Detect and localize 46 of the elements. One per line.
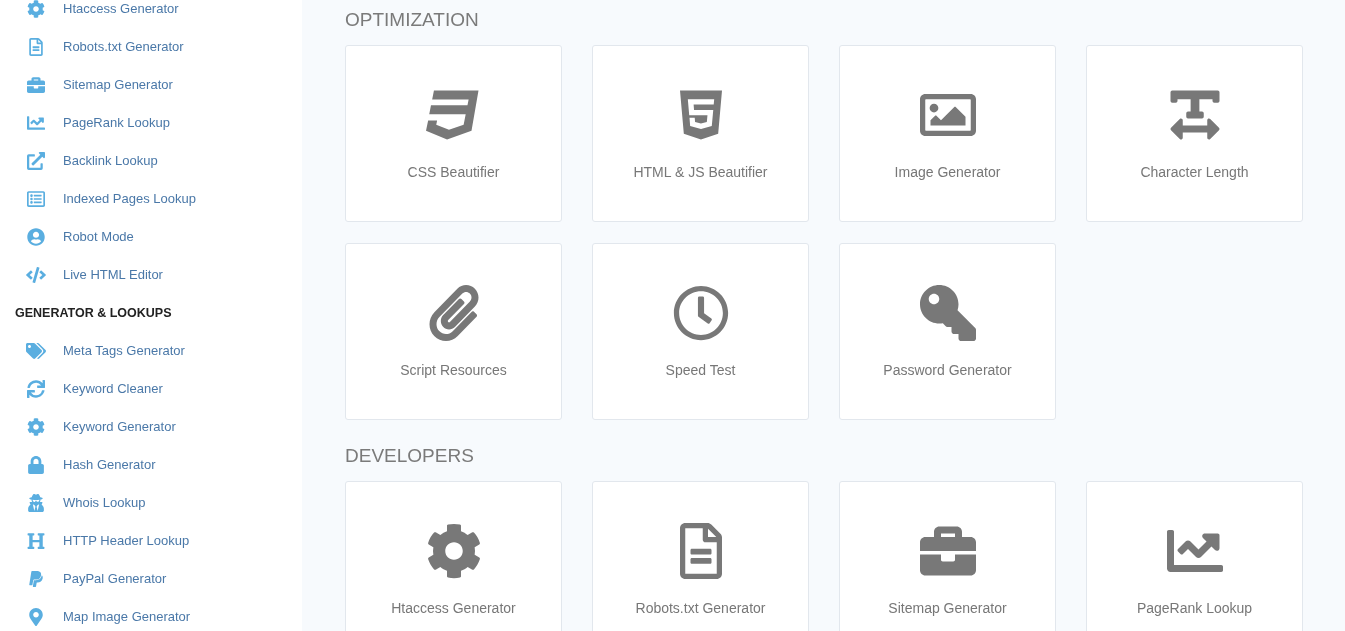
tool-card[interactable]: Speed Test bbox=[592, 243, 809, 420]
sidebar-link[interactable]: Htaccess Generator bbox=[0, 0, 302, 28]
key-icon bbox=[917, 285, 978, 341]
letter-p-icon bbox=[26, 570, 46, 588]
incognito-person-icon bbox=[26, 494, 46, 512]
sidebar-link[interactable]: Keyword Cleaner bbox=[0, 370, 302, 408]
sidebar-heading: GENERATOR & LOOKUPS bbox=[15, 304, 172, 322]
code-icon bbox=[26, 266, 46, 284]
tool-card[interactable]: CSS Beautifier bbox=[345, 45, 562, 222]
section-heading: OPTIMIZATION bbox=[345, 8, 479, 32]
sidebar-link[interactable]: Backlink Lookup bbox=[0, 142, 302, 180]
briefcase-icon bbox=[26, 76, 46, 94]
map-pin-icon bbox=[26, 608, 46, 626]
tool-card[interactable]: Password Generator bbox=[839, 243, 1056, 420]
tool-card[interactable]: Robots.txt Generator bbox=[592, 481, 809, 631]
tool-card[interactable]: Htaccess Generator bbox=[345, 481, 562, 631]
letter-h-icon bbox=[26, 532, 46, 550]
sidebar-link[interactable]: Map Image Generator bbox=[0, 598, 302, 631]
tool-card[interactable]: HTML & JS Beautifier bbox=[592, 45, 809, 222]
sidebar-link[interactable]: PayPal Generator bbox=[0, 560, 302, 598]
sidebar-link[interactable]: Meta Tags Generator bbox=[0, 332, 302, 370]
sidebar-link[interactable]: Whois Lookup bbox=[0, 484, 302, 522]
external-link-icon bbox=[26, 152, 46, 170]
sidebar-link[interactable]: Keyword Generator bbox=[0, 408, 302, 446]
sidebar-link[interactable]: Robots.txt Generator bbox=[0, 28, 302, 66]
refresh-icon bbox=[26, 380, 46, 398]
sidebar-link[interactable]: Live HTML Editor bbox=[0, 256, 302, 294]
tool-card[interactable]: PageRank Lookup bbox=[1086, 481, 1303, 631]
gear-icon bbox=[26, 0, 46, 18]
tool-card[interactable]: Character Length bbox=[1086, 45, 1303, 222]
section-heading: DEVELOPERS bbox=[345, 444, 474, 468]
tags-icon bbox=[26, 342, 46, 360]
sidebar-link[interactable]: Robot Mode bbox=[0, 218, 302, 256]
sidebar-link[interactable]: HTTP Header Lookup bbox=[0, 522, 302, 560]
line-chart-icon bbox=[26, 114, 46, 132]
sidebar-link[interactable]: Hash Generator bbox=[0, 446, 302, 484]
lock-icon bbox=[26, 456, 46, 474]
sidebar-link[interactable]: PageRank Lookup bbox=[0, 104, 302, 142]
tool-card[interactable]: Script Resources bbox=[345, 243, 562, 420]
gear-icon bbox=[26, 418, 46, 436]
tool-card[interactable]: Image Generator bbox=[839, 45, 1056, 222]
sidebar-link[interactable]: Sitemap Generator bbox=[0, 66, 302, 104]
tool-card[interactable]: Sitemap Generator bbox=[839, 481, 1056, 631]
document-icon bbox=[26, 38, 46, 56]
list-icon bbox=[26, 190, 46, 208]
sidebar-link[interactable]: Indexed Pages Lookup bbox=[0, 180, 302, 218]
